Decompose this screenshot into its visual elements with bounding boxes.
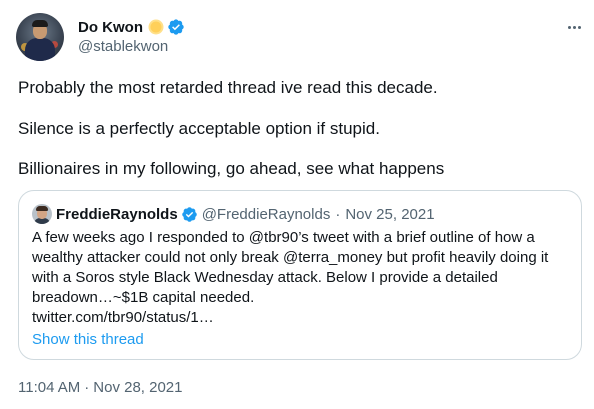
author-handle[interactable]: @stablekwon [78, 38, 168, 55]
separator-dot: · [84, 379, 90, 396]
author-avatar[interactable] [16, 13, 64, 61]
show-thread-link[interactable]: Show this thread [32, 331, 144, 348]
tweet-text-paragraph: Probably the most retarded thread ive re… [18, 78, 438, 97]
tweet-timestamp[interactable]: 11:04 AM · Nov 28, 2021 [18, 379, 183, 396]
verified-badge-icon [181, 206, 198, 223]
quoted-tweet-header: FreddieRaynolds @FreddieRaynolds · Nov 2… [56, 204, 435, 224]
quoted-tweet-date[interactable]: Nov 25, 2021 [345, 206, 434, 223]
tweet-text-paragraph: Billionaires in my following, go ahead, … [18, 159, 445, 178]
tweet-card: Do Kwon @stablekwon Probably the most re… [0, 0, 594, 409]
quoted-tweet[interactable]: FreddieRaynolds @FreddieRaynolds · Nov 2… [18, 190, 582, 360]
tweet-text-paragraph: Silence is a perfectly acceptable option… [18, 119, 380, 138]
quoted-text-link[interactable]: twitter.com/tbr90/status/1… [32, 308, 572, 328]
quoted-text-line: breadown…~$1B capital needed. [32, 289, 255, 306]
author-display-name[interactable]: Do Kwon [78, 19, 143, 36]
sun-icon [147, 18, 165, 36]
author-name-row: Do Kwon [78, 17, 185, 37]
tweet-time: 11:04 AM [18, 379, 81, 396]
quoted-author-avatar[interactable] [32, 204, 52, 224]
quoted-tweet-text: A few weeks ago I responded to @tbr90’s … [32, 228, 572, 328]
quoted-author-handle[interactable]: @FreddieRaynolds [202, 206, 331, 223]
tweet-date: Nov 28, 2021 [93, 379, 183, 396]
more-options-dot [572, 25, 576, 29]
more-options-dot [577, 25, 581, 29]
verified-badge-icon [167, 18, 185, 36]
quoted-text-line: with a Soros style Black Wednesday attac… [32, 269, 498, 286]
quoted-author-name[interactable]: FreddieRaynolds [56, 206, 178, 223]
quoted-text-line: wealthy attacker could not only break @t… [32, 249, 549, 266]
more-options-icon [567, 25, 571, 29]
separator-dot: · [335, 205, 341, 223]
quoted-text-line: A few weeks ago I responded to @tbr90’s … [32, 229, 535, 246]
more-options-button[interactable] [562, 17, 586, 37]
